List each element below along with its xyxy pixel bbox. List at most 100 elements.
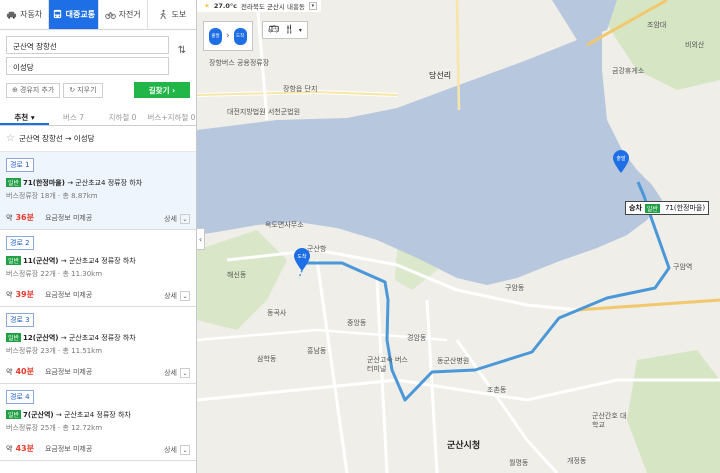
map-label: 당선리 bbox=[429, 71, 452, 80]
origin-input[interactable]: 군산역 장항선 bbox=[6, 36, 169, 54]
bus-type-badge: 일반 bbox=[6, 256, 22, 265]
plus-icon: ⊕ bbox=[12, 86, 18, 94]
route-item[interactable]: 경로 4 일반 7(군산역) → 군산초교4 정류장 하차 버스정류장 25개 ·… bbox=[0, 384, 196, 461]
chevron-right-icon: › bbox=[172, 85, 176, 95]
end-pin[interactable]: 도착 bbox=[293, 248, 311, 272]
start-marker-icon: 출발 bbox=[209, 27, 222, 45]
map-label: 금강휴게소 bbox=[612, 67, 645, 75]
route-label: 경로 4 bbox=[6, 390, 34, 404]
route-distance: 총 8.87km bbox=[62, 192, 98, 200]
tab-bus[interactable]: 버스 7 bbox=[49, 108, 98, 125]
map-label: 월명동 bbox=[509, 459, 529, 467]
bus-type-badge: 일반 bbox=[6, 410, 22, 419]
restaurant-icon: 🍴︎ bbox=[283, 25, 295, 35]
time-unit: 분 bbox=[26, 213, 34, 222]
location-dropdown[interactable]: ▾ bbox=[308, 2, 317, 10]
arrow-right-icon: › bbox=[226, 31, 230, 41]
map-label: 조촌동 bbox=[487, 386, 507, 394]
start-pin[interactable]: 출발 bbox=[612, 150, 630, 174]
map-view[interactable]: ☀ 27.0°c 전라북도 군산시 내흥동 ▾ 출발 › 도착 🚌︎ 🍴︎ ▾ … bbox=[197, 0, 720, 473]
map-label: 비외산 bbox=[685, 41, 705, 49]
boarding-line: 71(한정마을) bbox=[664, 204, 706, 212]
route-summary: 버스정류장 22개 · 총 11.30km bbox=[6, 270, 103, 278]
detail-label: 상세 bbox=[164, 215, 177, 223]
map-label: 구암역 bbox=[673, 263, 693, 271]
detail-button[interactable]: 상세 ⌄ bbox=[164, 291, 190, 301]
weather-bar: ☀ 27.0°c 전라북도 군산시 내흥동 ▾ bbox=[197, 0, 321, 12]
route-label: 경로 1 bbox=[6, 158, 34, 172]
mode-car[interactable]: 자동차 bbox=[0, 0, 50, 29]
time-unit: 분 bbox=[26, 367, 34, 376]
route-meta: 약 39분 요금정보 미제공 bbox=[6, 289, 92, 300]
route-stops: 버스정류장 18개 bbox=[6, 192, 56, 200]
tab-subway[interactable]: 지하철 0 bbox=[98, 108, 147, 125]
route-label: 경로 3 bbox=[6, 313, 34, 327]
walk-icon bbox=[159, 9, 166, 20]
weather-temp: 27.0°c bbox=[213, 2, 237, 10]
route-distance: 총 12.72km bbox=[62, 424, 103, 432]
route-legend: 출발 › 도착 bbox=[203, 21, 253, 51]
start-marker-icon: 출발 bbox=[613, 150, 629, 173]
time-unit: 분 bbox=[26, 444, 34, 453]
destination-input[interactable]: 이성당 bbox=[6, 57, 169, 75]
route-time: 43분 bbox=[15, 443, 34, 454]
route-time-value: 40 bbox=[15, 367, 27, 376]
route-time-value: 43 bbox=[15, 444, 27, 453]
time-prefix: 약 bbox=[6, 291, 13, 299]
route-time-value: 36 bbox=[15, 213, 27, 222]
map-label: 흥남동 bbox=[307, 347, 327, 355]
map-label: 동군산병원 bbox=[437, 357, 470, 365]
time-prefix: 약 bbox=[6, 445, 13, 453]
mode-car-label: 자동차 bbox=[20, 10, 43, 19]
add-waypoint-button[interactable]: ⊕ 경유지 추가 bbox=[6, 82, 61, 98]
map-label: 장항버스 공용정류장 bbox=[209, 59, 270, 67]
car-icon bbox=[6, 11, 17, 19]
map-label: 개정동 bbox=[567, 457, 587, 465]
chevron-down-icon: ⌄ bbox=[180, 445, 190, 455]
route-time: 36분 bbox=[15, 212, 34, 223]
route-fare: 요금정보 미제공 bbox=[44, 291, 93, 299]
map-label: 삼학동 bbox=[257, 355, 277, 363]
swap-icon[interactable]: ⇅ bbox=[176, 45, 188, 61]
search-route-button[interactable]: 길찾기 › bbox=[134, 82, 190, 98]
star-icon[interactable]: ☆ bbox=[6, 133, 15, 144]
route-fare: 요금정보 미제공 bbox=[44, 368, 93, 376]
route-item[interactable]: 경로 1 일반 71(한정마을) → 군산초교4 정류장 하차 버스정류장 18개… bbox=[0, 152, 196, 230]
detail-button[interactable]: 상세 ⌄ bbox=[164, 368, 190, 378]
route-transfer: → 군산초교4 정류장 하차 bbox=[67, 179, 143, 187]
map-label: 해신동 bbox=[227, 271, 247, 279]
detail-button[interactable]: 상세 ⌄ bbox=[164, 445, 190, 455]
mode-walk[interactable]: 도보 bbox=[148, 0, 196, 29]
mode-bicycle-label: 자전거 bbox=[118, 10, 141, 19]
panel-collapse-handle[interactable]: ‹ bbox=[197, 228, 205, 250]
route-transfer: → 군산초교4 정류장 하차 bbox=[60, 257, 136, 265]
route-fare: 요금정보 미제공 bbox=[44, 214, 93, 222]
map-label: 군산고속 버스터미널 bbox=[367, 356, 408, 373]
result-tabs: 추천 ▾ 버스 7 지하철 0 버스+지하철 0 bbox=[0, 108, 196, 126]
route-fare: 요금정보 미제공 bbox=[44, 445, 93, 453]
mode-transit[interactable]: 대중교통 bbox=[49, 0, 99, 29]
route-item[interactable]: 경로 2 일반 11(군산역) → 군산초교4 정류장 하차 버스정류장 22개 … bbox=[0, 230, 196, 307]
caret-down-icon: ▾ bbox=[298, 26, 302, 34]
tab-bus-subway[interactable]: 버스+지하철 0 bbox=[147, 108, 196, 125]
map-label: 경암동 bbox=[407, 334, 427, 342]
end-marker-icon: 도착 bbox=[233, 27, 247, 45]
favorite-text: 군산역 장항선 → 이성당 bbox=[18, 134, 95, 143]
route-transfer: → 군산초교4 정류장 하차 bbox=[55, 411, 131, 419]
mode-transit-label: 대중교통 bbox=[65, 10, 96, 19]
clear-button[interactable]: ↻ 지우기 bbox=[63, 82, 103, 98]
route-actions: ⊕ 경유지 추가 ↻ 지우기 길찾기 › bbox=[0, 78, 196, 98]
route-time: 39분 bbox=[15, 289, 34, 300]
time-unit: 분 bbox=[26, 290, 34, 299]
bicycle-icon bbox=[104, 11, 116, 19]
route-item[interactable]: 경로 3 일반 12(군산역) → 군산초교4 정류장 하차 버스정류장 23개 … bbox=[0, 307, 196, 384]
route-inputs: 군산역 장항선 이성당 ⇅ bbox=[0, 30, 196, 75]
tab-recommended[interactable]: 추천 ▾ bbox=[0, 108, 49, 125]
caret-down-icon: ▾ bbox=[311, 3, 315, 9]
route-distance: 총 11.30km bbox=[62, 270, 103, 278]
bus-type-badge: 일반 bbox=[6, 333, 22, 342]
detail-button[interactable]: 상세 ⌄ bbox=[164, 214, 190, 224]
mode-bicycle[interactable]: 자전거 bbox=[99, 0, 148, 29]
poi-filter[interactable]: 🚌︎ 🍴︎ ▾ bbox=[262, 21, 308, 39]
bus-icon: 🚌︎ bbox=[268, 25, 280, 35]
